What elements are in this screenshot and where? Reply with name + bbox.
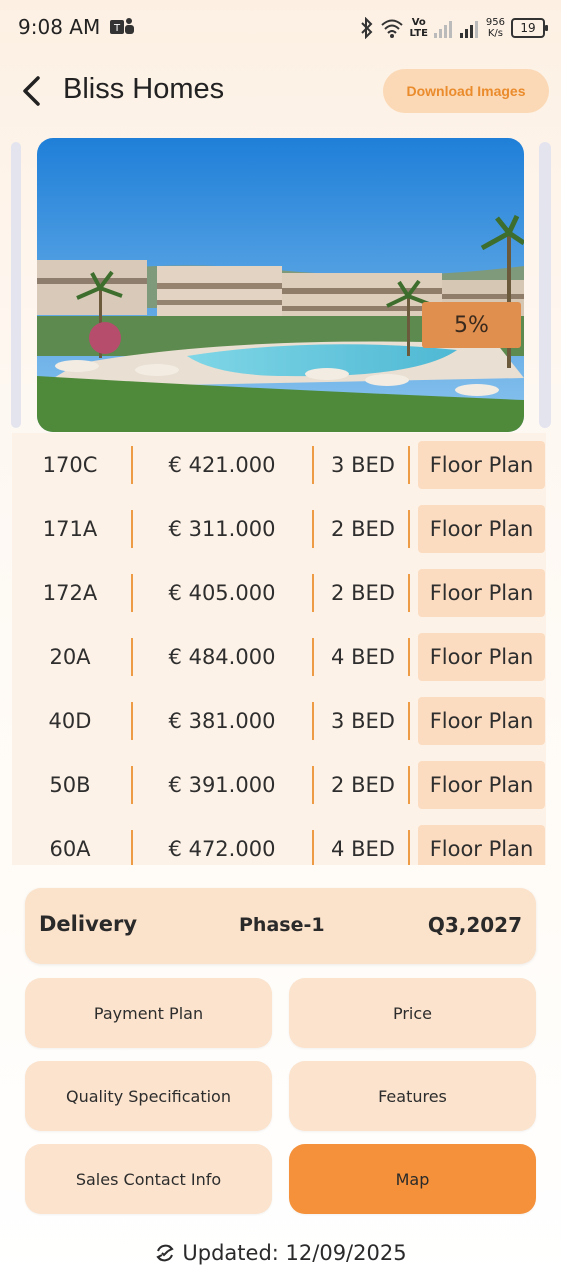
column-divider — [408, 766, 410, 804]
last-updated: Updated: 12/09/2025 — [0, 1236, 561, 1270]
unit-id: 60A — [49, 837, 91, 861]
next-slide-peek[interactable] — [539, 142, 551, 428]
previous-slide-peek[interactable] — [11, 142, 21, 428]
unit-id: 172A — [42, 581, 98, 605]
unit-price: € 405.000 — [168, 581, 276, 605]
image-carousel[interactable]: 5% — [0, 138, 561, 433]
column-divider — [312, 830, 314, 865]
delivery-phase: Phase-1 — [239, 914, 325, 936]
unit-row: 50B € 391.000 2 BED Floor Plan — [12, 753, 546, 817]
battery-level: 19 — [520, 21, 536, 35]
column-divider — [312, 574, 314, 612]
unit-id: 40D — [48, 709, 92, 733]
floor-plan-button[interactable]: Floor Plan — [418, 569, 545, 617]
page-title: Bliss Homes — [63, 73, 225, 105]
column-divider — [408, 446, 410, 484]
column-divider — [408, 510, 410, 548]
column-divider — [408, 574, 410, 612]
sales-contact-info-button[interactable]: Sales Contact Info — [25, 1144, 272, 1214]
unit-id: 171A — [42, 517, 98, 541]
unit-price: € 391.000 — [168, 773, 276, 797]
unit-beds: 2 BED — [331, 581, 395, 605]
network-label-top: Vo — [411, 17, 426, 28]
unit-row: 20A € 484.000 4 BED Floor Plan — [12, 625, 546, 689]
wifi-icon — [380, 19, 403, 38]
column-divider — [312, 446, 314, 484]
floor-plan-button[interactable]: Floor Plan — [418, 441, 545, 489]
column-divider — [408, 638, 410, 676]
network-label-bottom: LTE — [409, 28, 428, 39]
column-divider — [312, 702, 314, 740]
unit-beds: 3 BED — [331, 453, 395, 477]
unit-row: 172A € 405.000 2 BED Floor Plan — [12, 561, 546, 625]
delivery-card: Delivery Phase-1 Q3,2027 — [25, 888, 536, 964]
map-button[interactable]: Map — [289, 1144, 536, 1214]
last-updated-text: Updated: 12/09/2025 — [182, 1241, 407, 1265]
unit-beds: 4 BED — [331, 645, 395, 669]
teams-icon: T — [110, 18, 134, 34]
floor-plan-button[interactable]: Floor Plan — [418, 761, 545, 809]
property-photo[interactable] — [37, 138, 524, 432]
column-divider — [312, 638, 314, 676]
features-button[interactable]: Features — [289, 1061, 536, 1131]
delivery-date: Q3,2027 — [427, 913, 522, 937]
sync-icon — [156, 1244, 175, 1262]
unit-row: 170C € 421.000 3 BED Floor Plan — [12, 433, 546, 497]
unit-beds: 2 BED — [331, 517, 395, 541]
signal-icon — [459, 21, 478, 38]
column-divider — [312, 766, 314, 804]
svg-text:T: T — [113, 23, 121, 34]
net-speed: 956 K/s — [486, 17, 505, 39]
bluetooth-icon — [360, 17, 372, 39]
unit-price: € 472.000 — [168, 837, 276, 861]
unit-price: € 381.000 — [168, 709, 276, 733]
net-speed-unit: K/s — [487, 28, 504, 39]
price-button[interactable]: Price — [289, 978, 536, 1048]
network-type: Vo LTE — [410, 17, 428, 39]
units-list[interactable]: 170C € 421.000 3 BED Floor Plan 171A € 3… — [12, 433, 546, 865]
discount-badge: 5% — [422, 302, 521, 348]
status-icons: Vo LTE 956 K/s 19 — [360, 14, 548, 42]
unit-price: € 421.000 — [168, 453, 276, 477]
header: Bliss Homes Download Images — [0, 60, 561, 122]
status-bar: 9:08 AM T Vo LTE 956 K/s 19 — [0, 0, 561, 56]
unit-beds: 3 BED — [331, 709, 395, 733]
unit-row: 40D € 381.000 3 BED Floor Plan — [12, 689, 546, 753]
net-speed-value: 956 — [485, 17, 505, 28]
column-divider — [312, 510, 314, 548]
floor-plan-button[interactable]: Floor Plan — [418, 697, 545, 745]
unit-beds: 2 BED — [331, 773, 395, 797]
unit-id: 170C — [42, 453, 98, 477]
property-photo-illustration — [37, 138, 524, 432]
floor-plan-button[interactable]: Floor Plan — [418, 633, 545, 681]
unit-row: 60A € 472.000 4 BED Floor Plan — [12, 817, 546, 865]
back-arrow-icon[interactable] — [16, 72, 52, 110]
floor-plan-button[interactable]: Floor Plan — [418, 825, 545, 865]
floor-plan-button[interactable]: Floor Plan — [418, 505, 545, 553]
status-time: 9:08 AM — [18, 15, 101, 39]
unit-price: € 311.000 — [168, 517, 276, 541]
unit-beds: 4 BED — [331, 837, 395, 861]
unit-row: 171A € 311.000 2 BED Floor Plan — [12, 497, 546, 561]
payment-plan-button[interactable]: Payment Plan — [25, 978, 272, 1048]
unit-id: 20A — [49, 645, 91, 669]
signal-icon — [433, 21, 452, 38]
column-divider — [408, 702, 410, 740]
delivery-label: Delivery — [39, 912, 138, 936]
unit-price: € 484.000 — [168, 645, 276, 669]
download-images-button[interactable]: Download Images — [383, 69, 549, 113]
battery-icon: 19 — [511, 18, 548, 38]
column-divider — [408, 830, 410, 865]
quality-specification-button[interactable]: Quality Specification — [25, 1061, 272, 1131]
unit-id: 50B — [49, 773, 91, 797]
